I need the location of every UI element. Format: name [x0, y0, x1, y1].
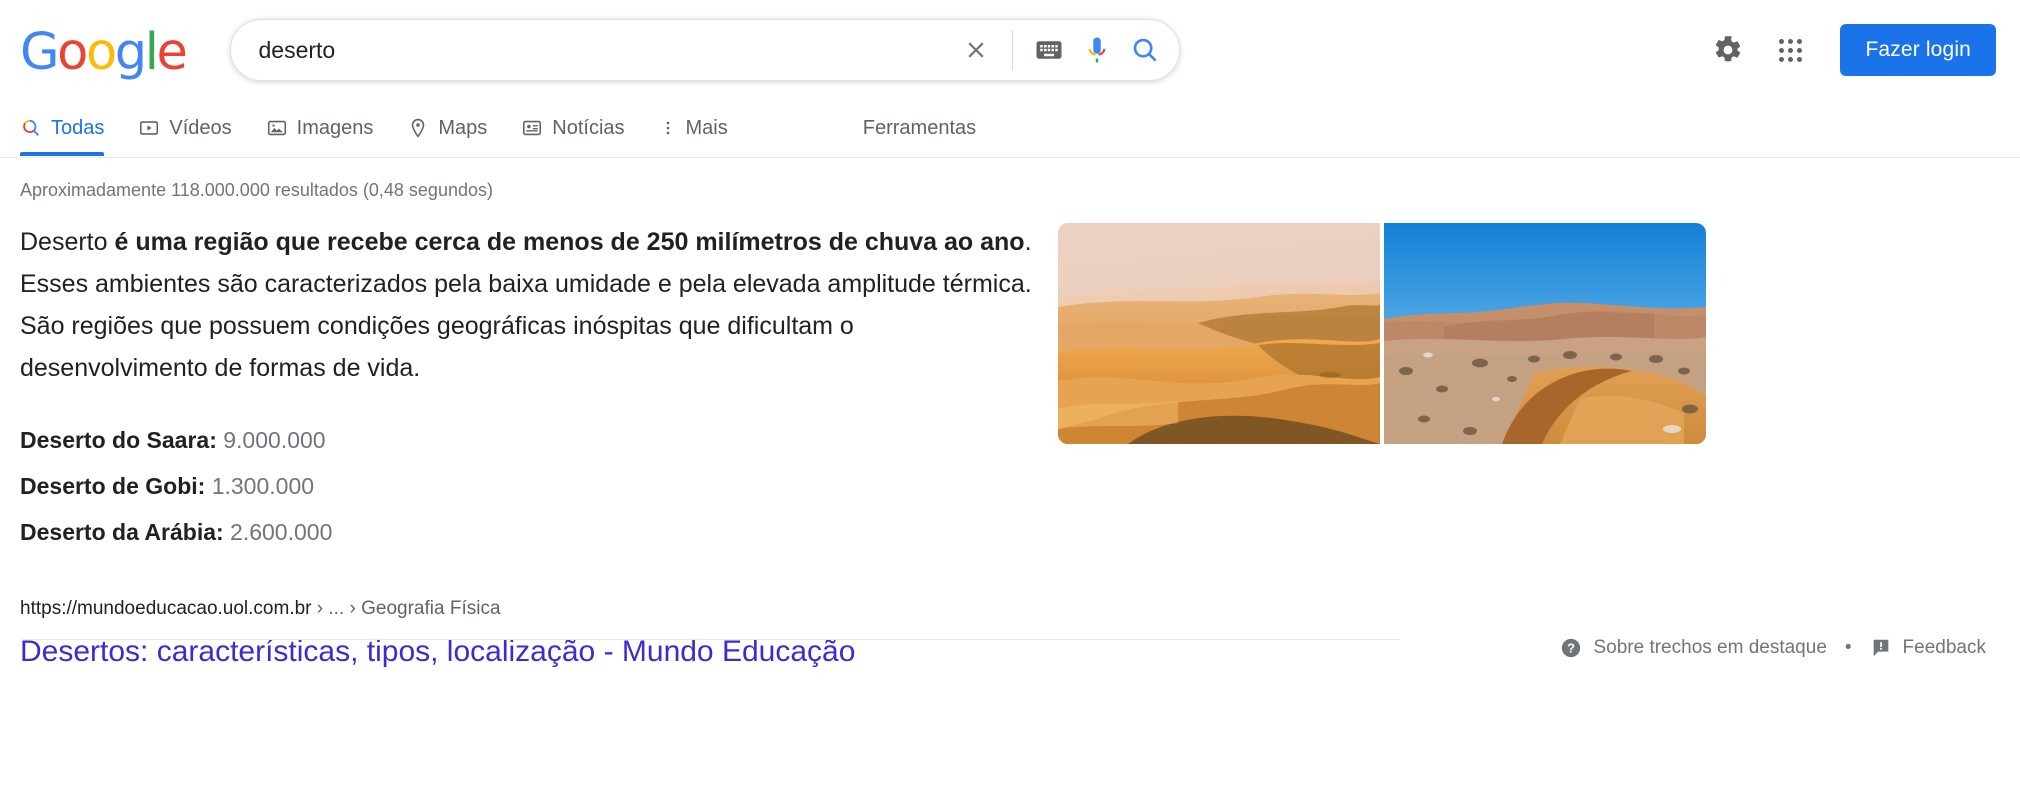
about-featured-snippets[interactable]: ? Sobre trechos em destaque — [1560, 637, 1827, 659]
fact-list: Deserto do Saara: 9.000.000 Deserto de G… — [20, 417, 1040, 555]
logo-letter-g2: g — [114, 22, 147, 82]
google-logo[interactable]: Google — [20, 27, 188, 78]
snippet-footer: ? Sobre trechos em destaque • Feedback — [0, 625, 2020, 671]
result-stats: Aproximadamente 118.000.000 resultados (… — [20, 180, 493, 200]
results-content: Aproximadamente 118.000.000 resultados (… — [0, 158, 2020, 671]
search-icon — [23, 119, 39, 136]
tab-imagens[interactable]: Imagens — [249, 100, 391, 156]
logo-letter-o1: o — [57, 22, 88, 82]
search-nav: Todas Vídeos Imagens Maps Notícias Mais … — [0, 100, 2020, 158]
result-url[interactable]: https://mundoeducacao.uol.com.br › ... ›… — [20, 595, 2000, 623]
logo-letter-g1: G — [20, 22, 60, 82]
result-breadcrumb: › ... › Geografia Física — [311, 598, 501, 619]
tab-label-maps: Maps — [438, 116, 488, 139]
svg-text:?: ? — [1568, 641, 1576, 656]
search-icon — [1133, 38, 1157, 62]
tab-label-imagens: Imagens — [296, 116, 374, 139]
fact-label: Deserto do Saara: — [20, 427, 217, 453]
fact-value: 2.600.000 — [230, 519, 333, 545]
fact-row: Deserto do Saara: 9.000.000 — [20, 417, 1040, 463]
snippet-bold: é uma região que recebe cerca de menos d… — [114, 228, 1025, 256]
close-icon — [967, 42, 984, 58]
logo-letter-o2: o — [85, 22, 117, 82]
google-apps-button[interactable] — [1764, 24, 1816, 76]
apps-grid-icon — [1778, 38, 1802, 62]
keyboard-button[interactable] — [1025, 26, 1073, 74]
snippet-text-column: Deserto é uma região que recebe cerca de… — [20, 215, 1040, 555]
desert-blue-sky-image — [1384, 223, 1706, 444]
snippet-image-2[interactable] — [1384, 223, 1706, 444]
tab-maps[interactable]: Maps — [390, 100, 504, 156]
search-divider — [1011, 30, 1013, 70]
tab-label-videos: Vídeos — [169, 116, 232, 139]
tab-label-todas: Todas — [51, 116, 105, 139]
footer-divider — [22, 639, 1400, 640]
tab-todas[interactable]: Todas — [20, 100, 121, 156]
fact-row: Deserto de Gobi: 1.300.000 — [20, 463, 1040, 509]
gear-icon — [1716, 36, 1741, 62]
sign-in-button[interactable]: Fazer login — [1840, 24, 1996, 76]
logo-letter-l: l — [144, 22, 159, 82]
header-actions: Fazer login — [1702, 0, 1996, 100]
feedback-label: Feedback — [1902, 637, 1986, 658]
pin-icon — [412, 118, 425, 138]
search-submit-button[interactable] — [1121, 26, 1169, 74]
voice-search-button[interactable] — [1073, 26, 1121, 74]
microphone-icon — [1088, 37, 1105, 63]
search-bar[interactable] — [229, 19, 1180, 81]
page-header: Google deserto Fazer login — [0, 0, 2020, 100]
fact-label: Deserto da Arábia: — [20, 519, 224, 545]
clear-search-button[interactable] — [952, 26, 1000, 74]
tab-mais[interactable]: Mais — [642, 100, 745, 156]
result-domain: https://mundoeducacao.uol.com.br — [20, 598, 312, 619]
snippet-image-1[interactable] — [1058, 223, 1380, 444]
fact-value: 9.000.000 — [223, 427, 326, 453]
flag-icon — [1873, 639, 1888, 657]
keyboard-icon — [1036, 41, 1061, 59]
snippet-lead: Deserto — [20, 228, 115, 256]
snippet-images — [1058, 223, 1706, 444]
tab-label-mais: Mais — [685, 116, 728, 139]
footer-separator: • — [1844, 637, 1852, 658]
video-icon — [140, 121, 159, 135]
fact-label: Deserto de Gobi: — [20, 473, 206, 499]
snippet-paragraph: Deserto é uma região que recebe cerca de… — [20, 221, 1040, 389]
search-input[interactable] — [258, 30, 952, 70]
about-featured-snippets-label: Sobre trechos em destaque — [1593, 637, 1827, 658]
help-icon: ? — [1562, 638, 1581, 658]
tab-noticias[interactable]: Notícias — [504, 100, 641, 156]
tab-videos[interactable]: Vídeos — [121, 100, 248, 156]
image-icon — [267, 120, 286, 136]
logo-letter-e: e — [156, 22, 188, 82]
news-icon — [523, 120, 542, 136]
more-vert-icon — [666, 121, 669, 135]
tools-button[interactable]: Ferramentas — [863, 100, 976, 156]
nav-tabs: Todas Vídeos Imagens Maps Notícias Mais — [20, 100, 745, 156]
tab-label-noticias: Notícias — [552, 116, 625, 139]
settings-button[interactable] — [1702, 24, 1754, 76]
fact-row: Deserto da Arábia: 2.600.000 — [20, 509, 1040, 555]
feedback-button[interactable]: Feedback — [1870, 637, 1986, 659]
featured-snippet: Deserto é uma região que recebe cerca de… — [20, 215, 2000, 555]
fact-value: 1.300.000 — [211, 473, 315, 499]
desert-dunes-sunset-image — [1058, 223, 1380, 444]
